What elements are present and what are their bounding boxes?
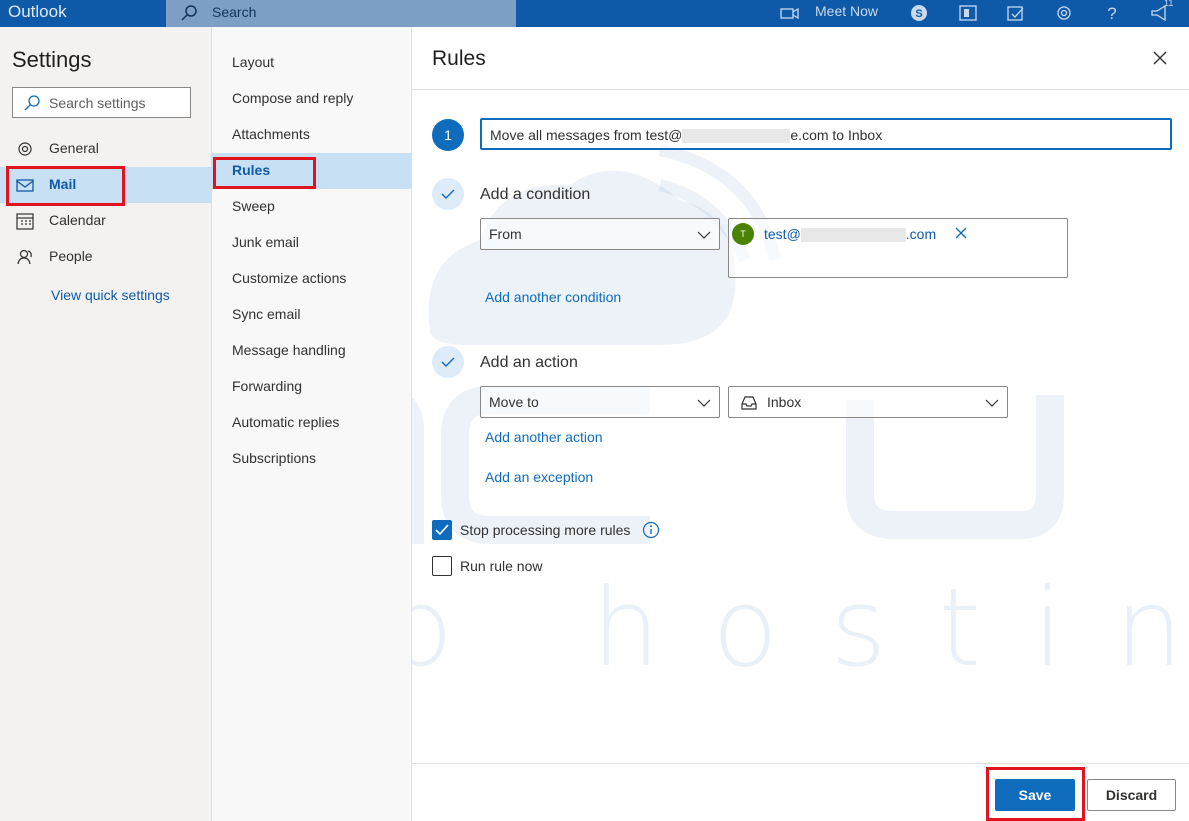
svg-text:S: S <box>915 8 922 20</box>
view-quick-settings-link[interactable]: View quick settings <box>51 287 170 303</box>
checkmark-icon <box>435 524 449 536</box>
panel-divider <box>412 89 1189 90</box>
nav-item-general[interactable]: General <box>0 131 211 167</box>
mail-setting-label: Message handling <box>232 342 346 358</box>
mail-setting-label: Forwarding <box>232 378 303 394</box>
highlight-box-rules <box>213 157 316 189</box>
help-icon[interactable]: ? <box>1101 2 1123 24</box>
redacted-domain <box>682 129 791 144</box>
mail-setting-label: Attachments <box>232 126 310 142</box>
stop-processing-checkbox[interactable] <box>432 520 452 540</box>
skype-icon[interactable]: S <box>908 2 930 24</box>
rule-name-input[interactable]: Move all messages from test@ e.com to Inb… <box>480 118 1172 150</box>
condition-field-value: From <box>489 226 522 242</box>
checkmark-icon <box>441 189 455 199</box>
office-icon[interactable] <box>957 2 979 24</box>
nav-item-label: People <box>49 248 93 264</box>
my-day-icon[interactable] <box>1005 2 1027 24</box>
mail-setting-label: Subscriptions <box>232 450 317 466</box>
footer-divider <box>412 763 1189 764</box>
add-another-condition-link[interactable]: Add another condition <box>485 289 621 305</box>
calendar-icon <box>16 213 34 230</box>
folder-dropdown[interactable]: Inbox <box>728 386 1008 418</box>
notification-count: 11 <box>1164 0 1174 8</box>
mail-setting-label: Automatic replies <box>232 414 340 430</box>
action-section-title: Add an action <box>480 354 578 371</box>
mail-setting-customize-actions[interactable]: Customize actions <box>211 261 411 297</box>
mail-setting-attachments[interactable]: Attachments <box>211 117 411 153</box>
condition-field-dropdown[interactable]: From <box>480 218 720 250</box>
mail-setting-label: Compose and reply <box>232 90 354 106</box>
mail-setting-sweep[interactable]: Sweep <box>211 189 411 225</box>
gear-icon <box>18 142 32 156</box>
remove-recipient-icon[interactable] <box>954 226 968 240</box>
highlight-box-mail <box>6 166 125 206</box>
mail-setting-message-handling[interactable]: Message handling <box>211 333 411 369</box>
mail-setting-label: Junk email <box>232 234 299 250</box>
mail-setting-automatic-replies[interactable]: Automatic replies <box>211 405 411 441</box>
nav-item-calendar[interactable]: Calendar <box>0 203 211 239</box>
svg-text:?: ? <box>1107 4 1116 23</box>
add-exception-link[interactable]: Add an exception <box>485 469 593 485</box>
action-field-dropdown[interactable]: Move to <box>480 386 720 418</box>
condition-section-title: Add a condition <box>480 186 591 203</box>
close-icon[interactable] <box>1150 48 1170 68</box>
gear-icon[interactable] <box>1053 2 1075 24</box>
redacted-domain <box>800 228 906 243</box>
run-rule-now-label: Run rule now <box>460 558 543 574</box>
step-number-badge: 1 <box>432 119 464 151</box>
mail-setting-sync-email[interactable]: Sync email <box>211 297 411 333</box>
highlight-box-save <box>986 767 1085 821</box>
run-rule-now-checkbox[interactable] <box>432 556 452 576</box>
people-icon <box>17 249 32 265</box>
action-field-value: Move to <box>489 394 539 410</box>
search-icon <box>24 95 40 111</box>
app-brand[interactable]: Outlook <box>8 2 67 22</box>
stop-processing-label: Stop processing more rules <box>460 522 631 538</box>
meet-now-button[interactable]: Meet Now <box>815 3 878 19</box>
video-camera-icon[interactable] <box>779 2 801 24</box>
rule-name-prefix: Move all messages from test@ <box>490 127 683 143</box>
chevron-down-icon <box>985 399 999 407</box>
folder-value: Inbox <box>767 394 802 410</box>
mail-setting-layout[interactable]: Layout <box>211 45 411 81</box>
mail-setting-label: Layout <box>232 54 275 70</box>
global-search-placeholder: Search <box>212 4 257 20</box>
search-settings-input[interactable]: Search settings <box>12 87 191 118</box>
checkmark-icon <box>441 357 455 367</box>
recipient-email-suffix: .com <box>905 226 937 242</box>
mail-setting-junk-email[interactable]: Junk email <box>211 225 411 261</box>
global-search[interactable]: Search <box>166 0 516 27</box>
nav-item-people[interactable]: People <box>0 239 211 275</box>
inbox-icon <box>741 396 757 410</box>
search-icon <box>181 5 197 21</box>
chevron-down-icon <box>697 231 711 239</box>
info-icon[interactable] <box>642 521 660 539</box>
avatar: T <box>732 223 754 245</box>
top-bar: Outlook Search Meet Now S ? 11 <box>0 0 1189 27</box>
discard-button[interactable]: Discard <box>1087 779 1176 811</box>
chevron-down-icon <box>697 399 711 407</box>
mail-setting-label: Customize actions <box>232 270 347 286</box>
mail-setting-compose-and-reply[interactable]: Compose and reply <box>211 81 411 117</box>
add-another-action-link[interactable]: Add another action <box>485 429 603 445</box>
rule-name-value: Move all messages from test@ e.com to Inb… <box>490 127 883 144</box>
mail-setting-subscriptions[interactable]: Subscriptions <box>211 441 411 477</box>
rule-name-suffix: e.com to Inbox <box>790 127 883 143</box>
action-step-check <box>432 346 464 378</box>
recipient-email-prefix: test@ <box>764 226 801 242</box>
nav-item-label: Calendar <box>49 212 106 228</box>
settings-title: Settings <box>12 47 92 72</box>
mail-setting-label: Sync email <box>232 306 301 322</box>
mail-setting-label: Sweep <box>232 198 275 214</box>
rules-title: Rules <box>432 47 486 70</box>
search-settings-placeholder: Search settings <box>49 95 146 111</box>
condition-step-check <box>432 178 464 210</box>
nav-item-label: General <box>49 140 99 156</box>
recipient-email: test@ .com <box>764 226 937 243</box>
mail-setting-forwarding[interactable]: Forwarding <box>211 369 411 405</box>
